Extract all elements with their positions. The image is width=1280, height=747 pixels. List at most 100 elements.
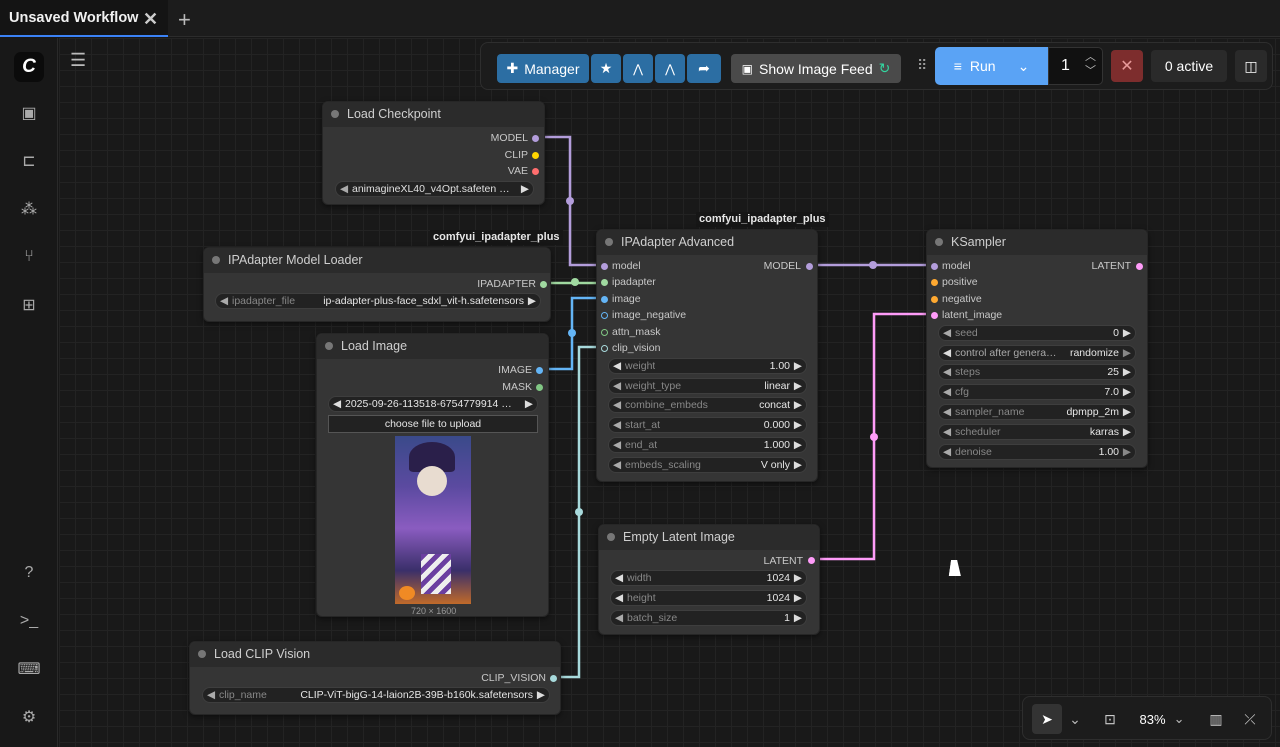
widget-steps[interactable]: ◀ steps 25 ▶ (938, 364, 1136, 380)
clip-name-widget[interactable]: ◀ clip_name CLIP-ViT-bigG-14-laion2B-39B-b… (202, 687, 550, 703)
sidebar-toggle-icon[interactable]: ◫ (1235, 50, 1267, 82)
input-positive: positive (942, 276, 978, 288)
widget-cfg[interactable]: ◀ cfg 7.0 ▶ (938, 384, 1136, 400)
node-ksampler[interactable]: KSampler model positive negative latent_… (926, 229, 1148, 468)
fit-view-icon[interactable]: ⊡ (1097, 704, 1123, 734)
mouse-cursor-icon (948, 560, 964, 576)
node-empty-latent-image[interactable]: Empty Latent Image LATENT ◀ width 1024 ▶ ◀ h… (598, 524, 820, 635)
output-clip: CLIP (504, 149, 528, 161)
run-label: Run (969, 58, 996, 74)
input-latent-image: latent_image (942, 309, 1003, 321)
input-latent-image-port[interactable] (931, 312, 938, 319)
output-ipadapter-port[interactable] (540, 281, 547, 288)
queue-icon: ≡ (953, 58, 962, 74)
image-icon: ▣ (741, 61, 753, 76)
widget-seed[interactable]: ◀ seed 0 ▶ (938, 325, 1136, 341)
output-vae: VAE (507, 165, 528, 177)
hide-links-icon[interactable]: ⤫ (1237, 704, 1263, 734)
input-image-negative: image_negative (612, 309, 687, 321)
node-load-clip-vision[interactable]: Load CLIP Vision CLIP_VISION ◀ clip_name C… (189, 641, 561, 715)
image-dimensions: 720 × 1600 (411, 606, 457, 616)
node-ipadapter-model-loader[interactable]: IPAdapter Model Loader IPADAPTER ◀ ipadap… (203, 247, 551, 322)
node-title: Empty Latent Image (599, 525, 819, 550)
manager-label: Manager (524, 60, 580, 77)
minimap-icon[interactable]: ▥ (1203, 704, 1229, 734)
output-latent: LATENT (1091, 260, 1131, 272)
widget-combine-embeds[interactable]: ◀ combine_embeds concat ▶ (608, 397, 807, 413)
cancel-x-icon[interactable]: ✕ (1111, 50, 1143, 82)
output-mask-port[interactable] (536, 384, 543, 391)
input-negative: negative (942, 293, 982, 305)
chevron-down-icon: ⌄ (1173, 711, 1185, 726)
active-label: 0 active (1164, 58, 1214, 74)
input-clip-vision: clip_vision (612, 342, 661, 354)
triangle-icon[interactable]: ⋀ (623, 54, 653, 83)
input-positive-port[interactable] (931, 279, 938, 286)
widget-batch-size[interactable]: ◀ batch_size 1 ▶ (610, 610, 807, 626)
input-image-port[interactable] (601, 296, 608, 303)
drag-handle-icon[interactable]: ⠿ (917, 57, 927, 74)
widget-sampler-name[interactable]: ◀ sampler_name dpmpp_2m ▶ (938, 404, 1136, 420)
output-model-port[interactable] (532, 135, 539, 142)
output-mask: MASK (502, 381, 532, 393)
chevron-down-icon[interactable]: ⌄ (1067, 704, 1083, 734)
manager-button[interactable]: ✚ Manager (497, 54, 589, 83)
node-title: IPAdapter Model Loader (204, 248, 550, 273)
ckpt-name-widget[interactable]: ◀ animagineXL40_v4Opt.safeten … ▶ (335, 181, 534, 197)
input-model: model (612, 260, 641, 272)
widget-width[interactable]: ◀ width 1024 ▶ (610, 570, 807, 586)
output-latent-port[interactable] (1136, 263, 1143, 270)
batch-count-value: 1 (1061, 57, 1070, 74)
widget-weight[interactable]: ◀ weight 1.00 ▶ (608, 358, 807, 374)
zoom-control[interactable]: 83% ⌄ (1131, 704, 1193, 734)
input-ipadapter: ipadapter (612, 276, 656, 288)
output-model-port[interactable] (806, 263, 813, 270)
widget-end-at[interactable]: ◀ end_at 1.000 ▶ (608, 437, 807, 453)
output-clip-vision-port[interactable] (550, 675, 557, 682)
output-image: IMAGE (498, 364, 532, 376)
show-image-feed-button[interactable]: ▣ Show Image Feed ↻ (731, 54, 901, 83)
widget-weight-type[interactable]: ◀ weight_type linear ▶ (608, 378, 807, 394)
star-icon[interactable]: ★ (591, 54, 621, 83)
triangle-alt-icon[interactable]: ⋀ (655, 54, 685, 83)
output-model: MODEL (490, 132, 528, 144)
node-load-image[interactable]: Load Image IMAGE MASK ◀ 2025-09-26-113518… (316, 333, 549, 617)
preview-image (395, 436, 471, 604)
node-pack-badge: comfyui_ipadapter_plus (430, 230, 563, 245)
widget-control-after-generate[interactable]: ◀ control after genera… randomize ▶ (938, 345, 1136, 361)
widget-start-at[interactable]: ◀ start_at 0.000 ▶ (608, 417, 807, 433)
input-image-negative-port[interactable] (601, 312, 608, 319)
batch-count-input[interactable]: 1 ︿ ﹀ (1048, 47, 1103, 85)
input-clip-vision-port[interactable] (601, 345, 608, 352)
active-queue-button[interactable]: 0 active (1151, 50, 1227, 82)
node-title: IPAdapter Advanced (597, 230, 817, 255)
image-file-widget[interactable]: ◀ 2025-09-26-113518-6754779914 … ▶ (328, 396, 538, 412)
stepper-icon[interactable]: ︿ ﹀ (1085, 50, 1096, 78)
input-attn-mask-port[interactable] (601, 329, 608, 336)
ipadapter-file-widget[interactable]: ◀ ipadapter_file ip-adapter-plus-face_sdxl… (215, 293, 541, 309)
output-image-port[interactable] (536, 367, 543, 374)
output-ipadapter: IPADAPTER (477, 278, 536, 290)
input-model: model (942, 260, 971, 272)
node-ipadapter-advanced[interactable]: IPAdapter Advanced model ipadapter image… (596, 229, 818, 482)
widget-height[interactable]: ◀ height 1024 ▶ (610, 590, 807, 606)
input-ipadapter-port[interactable] (601, 279, 608, 286)
node-title: Load CLIP Vision (190, 642, 560, 667)
output-latent: LATENT (763, 555, 803, 567)
output-latent-port[interactable] (808, 557, 815, 564)
output-vae-port[interactable] (532, 168, 539, 175)
input-negative-port[interactable] (931, 296, 938, 303)
widget-embeds-scaling[interactable]: ◀ embeds_scaling V only ▶ (608, 457, 807, 473)
zoom-level: 83% (1139, 711, 1166, 727)
input-model-port[interactable] (601, 263, 608, 270)
input-model-port[interactable] (931, 263, 938, 270)
upload-button[interactable]: choose file to upload (328, 415, 538, 433)
widget-denoise[interactable]: ◀ denoise 1.00 ▶ (938, 444, 1136, 460)
select-pointer-icon[interactable]: ➤ (1032, 704, 1062, 734)
chevron-down-icon[interactable]: ⌄ (1018, 58, 1030, 75)
widget-scheduler[interactable]: ◀ scheduler karras ▶ (938, 424, 1136, 440)
output-clip-port[interactable] (532, 152, 539, 159)
share-arrow-icon[interactable]: ➦ (687, 54, 721, 83)
node-load-checkpoint[interactable]: Load Checkpoint MODEL CLIP VAE ◀ animagin… (322, 101, 545, 205)
run-button[interactable]: ≡ Run ⌄ (935, 47, 1048, 85)
